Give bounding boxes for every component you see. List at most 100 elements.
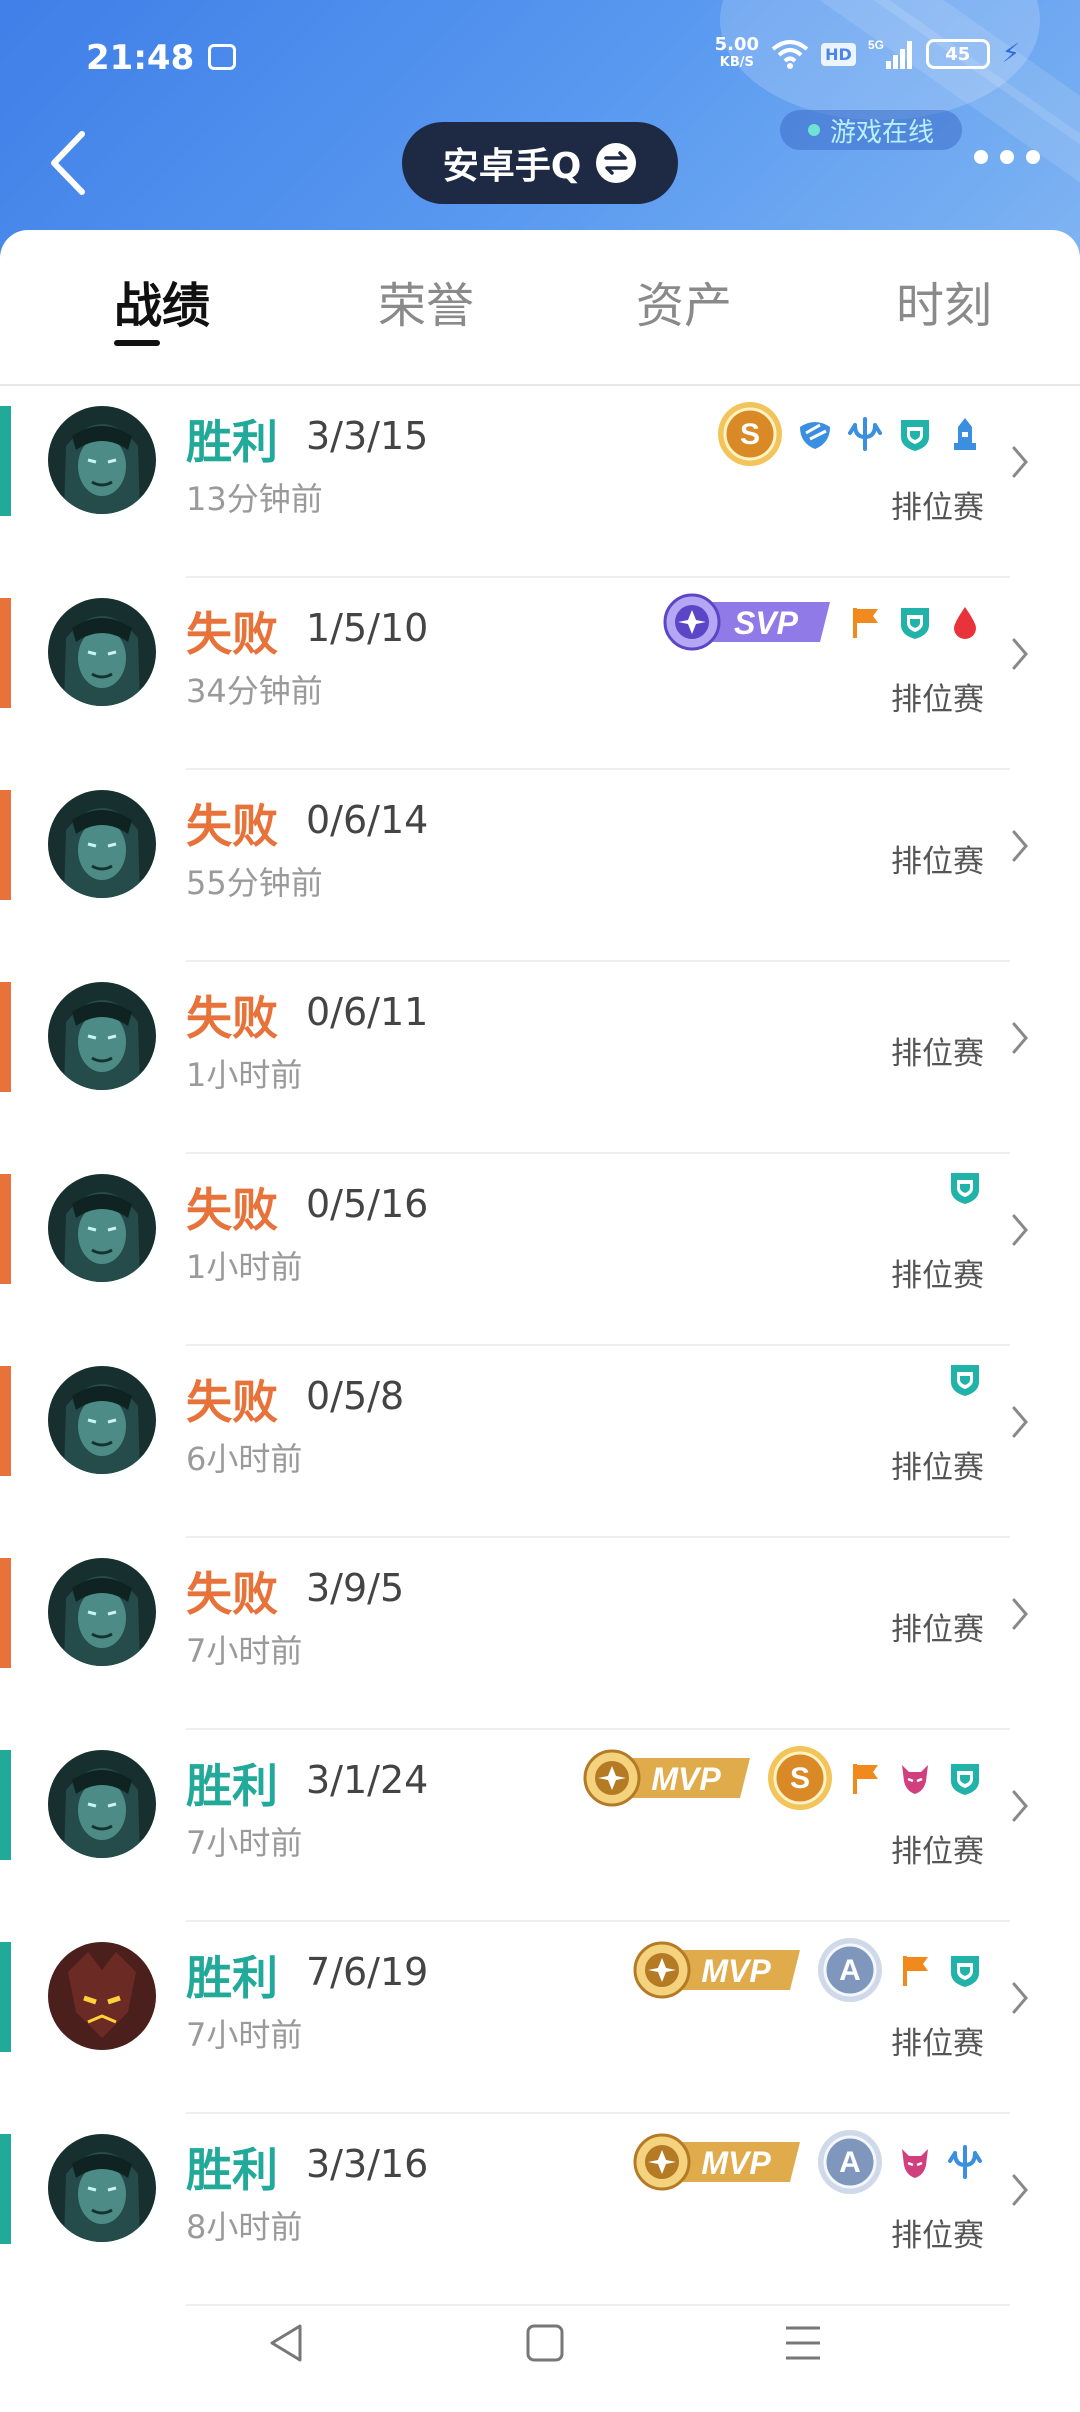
s-grade-text: S [740,418,760,451]
hero-avatar [48,1750,156,1858]
result-indicator [0,598,11,708]
match-row[interactable]: 胜利 3/3/16 8小时前 MVP A 排位赛 [0,2114,1080,2306]
mvp-badge: MVP [633,2133,800,2191]
match-time-ago: 7小时前 [186,1632,303,1670]
tab-assets[interactable]: 资产 [636,266,732,336]
a-coin-badge: A [818,2130,882,2194]
match-badges: MVP S [582,1744,984,1812]
match-row[interactable]: 失败 0/5/16 1小时前 排位赛 [0,1154,1080,1346]
match-row[interactable]: 失败 0/6/14 55分钟前 排位赛 [0,770,1080,962]
status-bar: 21:48 5.00 KB/S HD 5G 45 ⚡ [0,0,1080,120]
match-result: 胜利 [186,1951,278,2005]
result-indicator [0,1366,11,1476]
trident-icon [948,2145,982,2179]
match-badges: SVP [662,592,984,652]
battery-icon: 45 [925,39,990,69]
blood-icon [954,607,976,639]
match-row[interactable]: 失败 0/5/8 6小时前 排位赛 [0,1346,1080,1538]
hero-avatar [48,406,156,514]
tab-record[interactable]: 战绩 [114,266,210,336]
hero-avatar [48,598,156,706]
match-row[interactable]: 胜利 3/3/15 13分钟前 S 排位赛 [0,386,1080,578]
network-type: 5G [868,38,884,52]
match-result: 失败 [186,607,278,661]
mvp-text: MVP [701,1953,771,1989]
wifi-icon [771,40,809,69]
net-speed-unit: KB/S [719,55,754,70]
online-status-pill: 游戏在线 [780,110,963,150]
match-mode: 排位赛 [891,844,984,880]
match-time-ago: 8小时前 [186,2208,303,2246]
tab-moments[interactable]: 时刻 [896,266,992,336]
nav-back-icon[interactable] [264,2320,310,2366]
nav-menu-icon[interactable] [780,2320,826,2366]
mvp-text: MVP [701,2145,771,2181]
a-grade-text: A [839,1954,861,1987]
match-kda: 7/6/19 [306,1950,429,1994]
shield-icon [901,420,929,451]
mask-icon [800,422,830,449]
result-indicator [0,2134,11,2244]
battery-level: 45 [945,43,971,65]
match-time-ago: 13分钟前 [186,480,323,518]
match-mode: 排位赛 [891,2026,984,2062]
match-mode: 排位赛 [891,1258,984,1294]
online-status-text: 游戏在线 [830,117,935,148]
s-coin-badge: S [718,402,782,466]
swap-icon [596,143,637,183]
match-kda: 3/9/5 [306,1566,405,1610]
match-time-ago: 7小时前 [186,2016,303,2054]
active-tab-indicator [114,340,160,346]
match-kda: 0/6/14 [306,798,429,842]
hd-badge: HD [821,42,856,66]
chevron-right-icon [1012,1982,1028,2014]
match-row[interactable]: 胜利 3/1/24 7小时前 MVP S 排位赛 [0,1730,1080,1922]
nav-home-icon[interactable] [522,2320,568,2366]
more-icon[interactable] [974,150,1040,164]
hero-avatar [48,982,156,1090]
match-badges: S [716,400,984,468]
hero-avatar [48,1558,156,1666]
hero-avatar [48,1942,156,2050]
status-time: 21:48 [86,38,195,78]
match-kda: 3/1/24 [306,1758,429,1802]
match-result: 失败 [186,991,278,1045]
match-row[interactable]: 胜利 7/6/19 7小时前 MVP A 排位赛 [0,1922,1080,2114]
match-row[interactable]: 失败 1/5/10 34分钟前 SVP 排位赛 [0,578,1080,770]
match-mode: 排位赛 [891,1612,984,1648]
chevron-right-icon [1012,1598,1028,1630]
result-indicator [0,1750,11,1860]
result-indicator [0,1942,11,2052]
match-row[interactable]: 失败 0/6/11 1小时前 排位赛 [0,962,1080,1154]
chevron-right-icon [1012,830,1028,862]
back-arrow-icon[interactable] [44,126,94,200]
match-mode: 排位赛 [891,490,984,526]
shield-icon [951,1764,979,1795]
svp-text: SVP [734,605,799,641]
match-result: 失败 [186,1375,278,1429]
signal-icon: 5G [868,38,912,69]
net-speed: 5.00 KB/S [715,36,759,72]
match-row[interactable]: 失败 3/9/5 7小时前 排位赛 [0,1538,1080,1730]
match-kda: 1/5/10 [306,606,429,650]
match-badges: MVP A [632,2128,984,2196]
shield-icon [901,608,929,639]
match-time-ago: 1小时前 [186,1056,303,1094]
hero-avatar [48,790,156,898]
chevron-right-icon [1012,446,1028,478]
s-coin-badge: S [768,1746,832,1810]
tab-honor[interactable]: 荣誉 [378,266,474,336]
match-badges [946,1168,984,1206]
account-switcher[interactable]: 安卓手Q [402,122,678,204]
trident-icon [848,417,882,451]
match-mode: 排位赛 [891,1834,984,1870]
online-dot-icon [808,124,820,136]
svp-badge: SVP [663,593,830,651]
result-indicator [0,1174,11,1284]
result-indicator [0,406,11,516]
match-result: 失败 [186,1567,278,1621]
match-result: 胜利 [186,2143,278,2197]
result-indicator [0,790,11,900]
match-kda: 0/6/11 [306,990,429,1034]
result-indicator [0,1558,11,1668]
